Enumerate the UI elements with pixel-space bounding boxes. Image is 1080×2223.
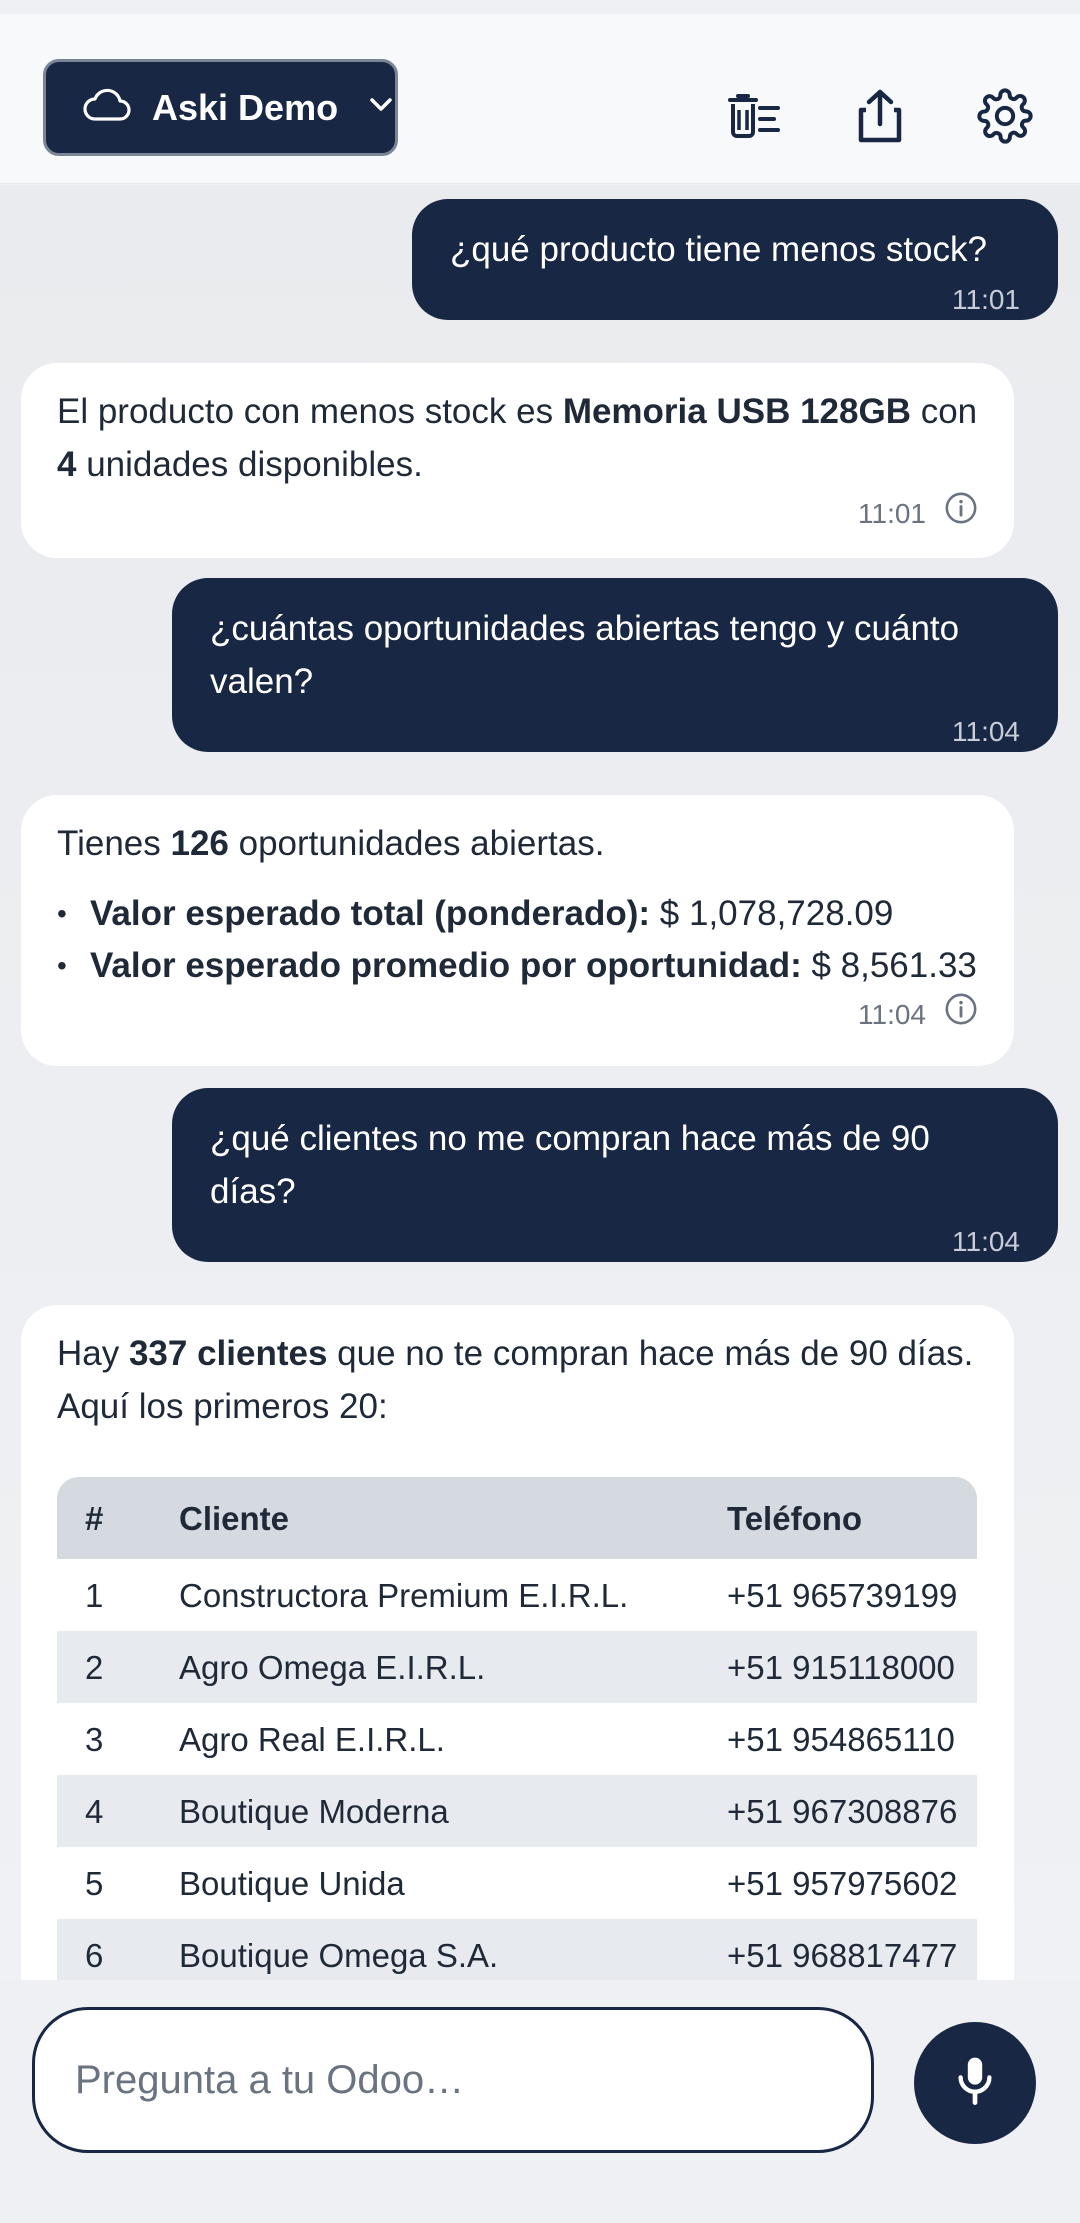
table-cell: +51 957975602 [727,1864,958,1902]
app-header: Aski Demo [0,14,1080,184]
chevron-down-icon [368,96,394,119]
cloud-icon [82,87,132,128]
message-text: ¿qué clientes no me compran hace más de … [210,1119,930,1211]
clients-table: # Cliente Teléfono 1 Constructora Premiu… [57,1477,977,1980]
table-cell: Boutique Unida [179,1864,405,1902]
user-message: ¿qué clientes no me compran hace más de … [172,1088,1058,1262]
bullet-list: Valor esperado total (ponderado): $ 1,07… [57,888,978,992]
table-row: 2 Agro Omega E.I.R.L. +51 915118000 [57,1631,977,1703]
info-icon[interactable] [944,992,978,1037]
table-cell: 4 [85,1792,104,1830]
table-cell: +51 954865110 [727,1720,955,1758]
composer-bar: Pregunta a tu Odoo… [0,1980,1080,2223]
microphone-icon [953,2054,997,2113]
message-time: 11:04 [952,716,1020,747]
table-cell: Constructora Premium E.I.R.L. [179,1576,629,1614]
message-text: Tienes 126 oportunidades abiertas. [57,824,605,863]
list-item: Valor esperado promedio por oportunidad:… [57,940,978,992]
message-text: Hay 337 clientes que no te compran hace … [57,1334,974,1426]
table-row: 6 Boutique Omega S.A. +51 968817477 [57,1919,977,1980]
table-cell: +51 915118000 [727,1648,955,1686]
table-cell: +51 967308876 [727,1792,958,1830]
message-time: 11:04 [858,998,926,1030]
assistant-message: Hay 337 clientes que no te compran hace … [21,1305,1014,1980]
table-cell: +51 965739199 [727,1576,958,1614]
clear-chat-icon[interactable] [724,86,784,146]
message-time: 11:01 [952,284,1020,315]
table-cell: 3 [85,1720,104,1758]
share-icon[interactable] [850,86,910,146]
table-cell: 1 [85,1576,104,1614]
table-cell: +51 968817477 [727,1936,958,1974]
table-cell: Boutique Omega S.A. [179,1936,499,1974]
table-row: 5 Boutique Unida +51 957975602 [57,1847,977,1919]
assistant-message: Tienes 126 oportunidades abiertas. Valor… [21,795,1014,1066]
user-message: ¿qué producto tiene menos stock? 11:01 [412,199,1058,320]
user-message: ¿cuántas oportunidades abiertas tengo y … [172,578,1058,752]
status-strip [0,0,1080,14]
table-cell: 6 [85,1936,104,1974]
table-cell: Agro Omega E.I.R.L. [179,1648,486,1686]
message-text: El producto con menos stock es Memoria U… [57,392,978,484]
column-header: Cliente [179,1499,290,1537]
column-header: Teléfono [727,1499,863,1537]
input-placeholder: Pregunta a tu Odoo… [75,2057,465,2102]
chat-thread[interactable]: ¿qué producto tiene menos stock? 11:01 E… [0,185,1080,1980]
assistant-message: El producto con menos stock es Memoria U… [21,363,1014,558]
table-row: 4 Boutique Moderna +51 967308876 [57,1775,977,1847]
table-row: 1 Constructora Premium E.I.R.L. +51 9657… [57,1559,977,1631]
table-cell: 2 [85,1648,104,1686]
table-cell: Boutique Moderna [179,1792,449,1830]
table-header-row: # Cliente Teléfono [57,1477,977,1559]
microphone-button[interactable] [914,2022,1036,2144]
table-cell: 5 [85,1864,104,1902]
info-icon[interactable] [944,491,978,536]
message-time: 11:01 [858,497,926,529]
table-row: 3 Agro Real E.I.R.L. +51 954865110 [57,1703,977,1775]
message-text: ¿cuántas oportunidades abiertas tengo y … [210,609,960,701]
workspace-selector[interactable]: Aski Demo [43,59,398,156]
table-cell: Agro Real E.I.R.L. [179,1720,445,1758]
message-time: 11:04 [952,1226,1020,1257]
message-text: ¿qué producto tiene menos stock? [450,230,987,269]
gear-icon[interactable] [975,86,1035,146]
chat-input[interactable]: Pregunta a tu Odoo… [32,2007,874,2153]
list-item: Valor esperado total (ponderado): $ 1,07… [57,888,978,940]
workspace-name: Aski Demo [152,86,339,128]
column-header: # [85,1499,104,1537]
